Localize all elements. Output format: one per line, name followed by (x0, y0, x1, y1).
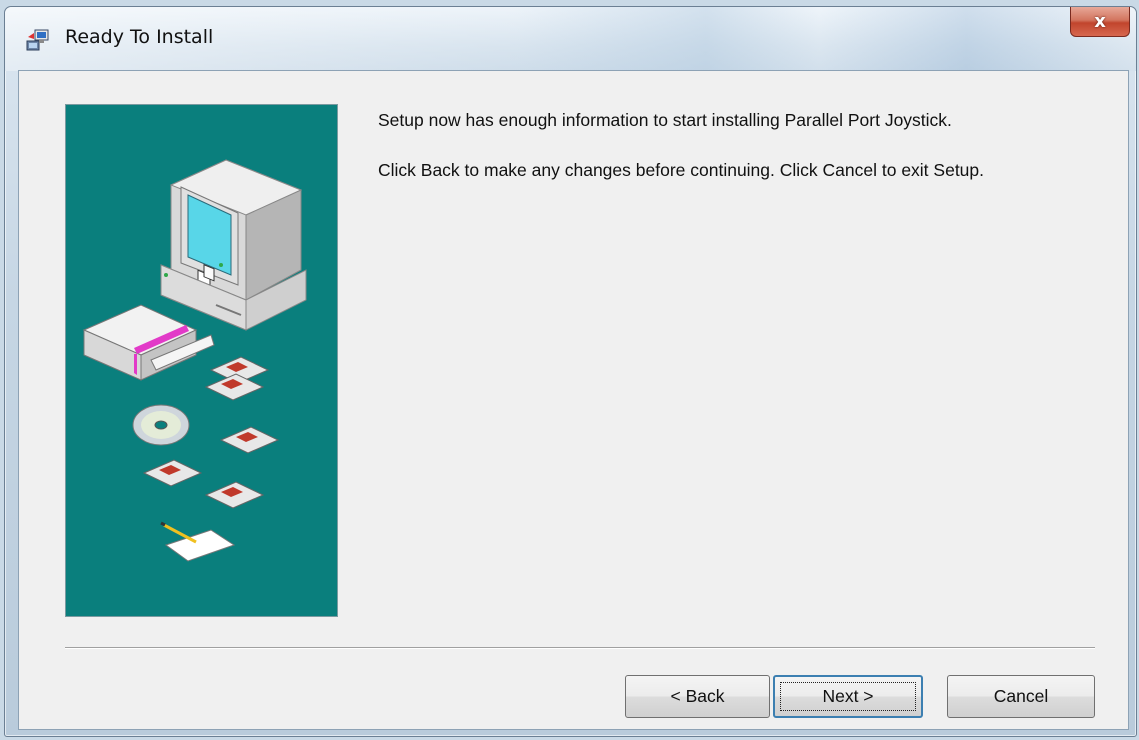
floppy-disk-icon (204, 481, 265, 509)
next-button-label: Next > (822, 686, 874, 706)
setup-app-icon (25, 27, 51, 53)
close-icon: x (1094, 11, 1106, 32)
installer-wizard-illustration (65, 104, 338, 617)
back-button-label: < Back (670, 686, 725, 706)
software-box-icon (82, 304, 215, 381)
floppy-disk-icon (204, 356, 270, 401)
instructions-message: Click Back to make any changes before co… (378, 160, 985, 180)
cancel-button-label: Cancel (993, 686, 1049, 706)
window-title: Ready To Install (65, 26, 214, 48)
cd-icon (132, 404, 190, 446)
floppy-disk-icon (219, 426, 280, 454)
installer-window: Ready To Install x Setup now has enough … (4, 6, 1137, 737)
separator-line (65, 647, 1095, 649)
next-button[interactable]: Next > (773, 675, 923, 718)
floppy-disk-icon (142, 459, 203, 487)
close-button[interactable]: x (1070, 7, 1130, 37)
dialog-body: Setup now has enough information to star… (18, 70, 1129, 730)
document-pencil-icon (160, 521, 236, 562)
computer-icon (160, 159, 307, 331)
ready-message: Setup now has enough information to star… (378, 110, 952, 130)
cancel-button[interactable]: Cancel (947, 675, 1095, 718)
back-button[interactable]: < Back (625, 675, 770, 718)
title-bar[interactable]: Ready To Install x (5, 7, 1136, 71)
